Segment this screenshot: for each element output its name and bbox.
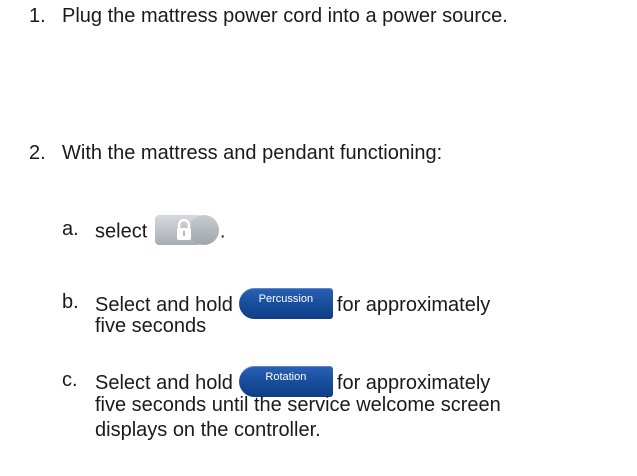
substep-a-letter: a.	[62, 218, 79, 240]
substep-a-text: select	[95, 220, 148, 243]
substep-b-after: for approximately	[336, 293, 491, 316]
substep-c-line2: five seconds until the service welcome s…	[95, 394, 501, 416]
step-2-number: 2.	[29, 142, 46, 164]
percussion-button-label: Percussion	[258, 293, 314, 305]
step-1-number: 1.	[29, 5, 46, 27]
substep-b-line2: five seconds	[95, 315, 207, 337]
substep-c-text: Select and hold	[95, 371, 233, 394]
step-2-text: With the mattress and pendant functionin…	[62, 142, 443, 164]
substep-c-line3: displays on the controller.	[95, 419, 321, 441]
substep-c-letter: c.	[62, 369, 78, 391]
substep-a-line: select .	[95, 215, 226, 247]
percussion-button: Percussion	[238, 288, 333, 319]
step-1-text: Plug the mattress power cord into a powe…	[62, 5, 508, 27]
substep-b-text: Select and hold	[95, 293, 233, 316]
substep-a-period: .	[219, 220, 226, 243]
rotation-button-label: Rotation	[265, 371, 307, 383]
substep-b-letter: b.	[62, 291, 79, 313]
substep-c-after: for approximately	[336, 371, 491, 394]
lock-button	[154, 215, 219, 245]
lock-icon	[176, 219, 191, 240]
